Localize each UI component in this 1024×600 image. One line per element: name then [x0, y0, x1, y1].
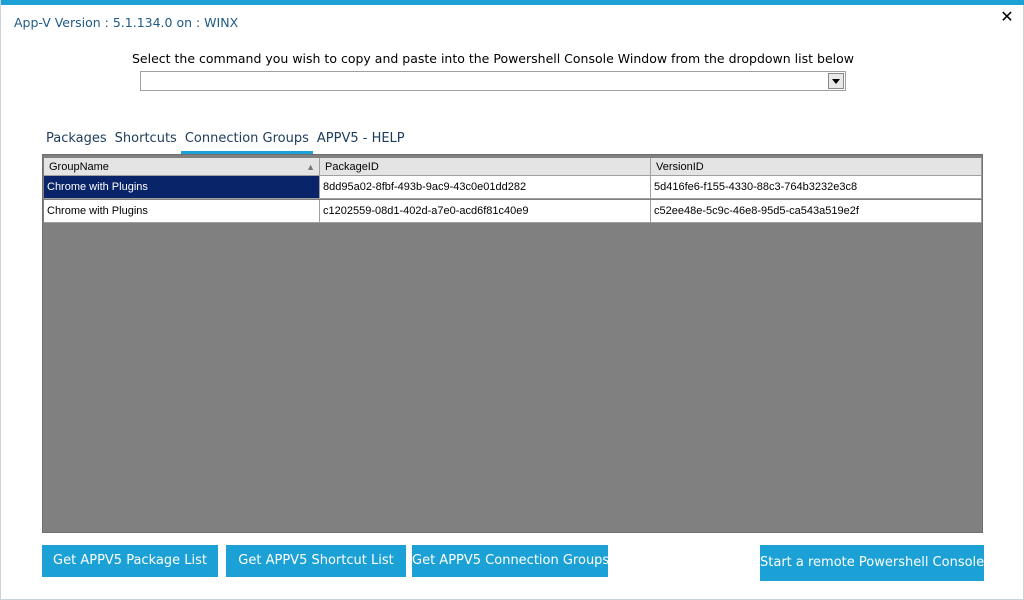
table-row[interactable]: Chrome with Plugins c1202559-08d1-402d-a… [44, 200, 982, 223]
tab-shortcuts[interactable]: Shortcuts [111, 128, 181, 154]
column-header-versionid[interactable]: VersionID [651, 158, 982, 176]
cell-groupname[interactable]: Chrome with Plugins [44, 200, 320, 222]
cell-groupname[interactable]: Chrome with Plugins [44, 176, 320, 198]
sort-ascending-icon: ▲ [306, 162, 315, 172]
start-remote-console-button[interactable]: Start a remote Powershell Console [760, 545, 984, 581]
tab-appv5-help[interactable]: APPV5 - HELP [313, 128, 409, 154]
tab-connection-groups[interactable]: Connection Groups [180, 128, 313, 154]
cell-packageid[interactable]: c1202559-08d1-402d-a7e0-acd6f81c40e9 [320, 200, 651, 222]
tab-packages[interactable]: Packages [42, 128, 111, 154]
column-header-label: GroupName [49, 161, 109, 173]
connection-groups-grid[interactable]: GroupName ▲ PackageID VersionID Chrome w… [42, 154, 983, 533]
cell-packageid[interactable]: 8dd95a02-8fbf-493b-9ac9-43c0e01dd282 [320, 176, 651, 198]
title-bar-accent [1, 0, 1024, 5]
get-package-list-button[interactable]: Get APPV5 Package List [42, 545, 218, 577]
cell-versionid[interactable]: 5d416fe6-f155-4330-88c3-764b3232e3c8 [651, 176, 982, 198]
close-icon[interactable]: ✕ [997, 7, 1017, 27]
column-header-packageid[interactable]: PackageID [320, 158, 651, 176]
get-shortcut-list-button[interactable]: Get APPV5 Shortcut List [226, 545, 406, 577]
command-dropdown[interactable] [140, 71, 846, 91]
window-title: App-V Version : 5.1.134.0 on : WINX [14, 15, 239, 30]
command-instruction: Select the command you wish to copy and … [132, 51, 854, 66]
get-connection-groups-button[interactable]: Get APPV5 Connection Groups [412, 545, 609, 577]
table-row[interactable]: Chrome with Plugins 8dd95a02-8fbf-493b-9… [44, 176, 982, 199]
chevron-down-icon [832, 78, 840, 84]
app-window: App-V Version : 5.1.134.0 on : WINX ✕ Se… [0, 0, 1024, 600]
grid-header: GroupName ▲ PackageID VersionID [44, 158, 982, 176]
tab-strip: Packages Shortcuts Connection Groups APP… [42, 128, 409, 156]
cell-versionid[interactable]: c52ee48e-5c9c-46e8-95d5-ca543a519e2f [651, 200, 982, 222]
column-header-groupname[interactable]: GroupName ▲ [44, 158, 320, 176]
dropdown-button[interactable] [828, 73, 844, 89]
